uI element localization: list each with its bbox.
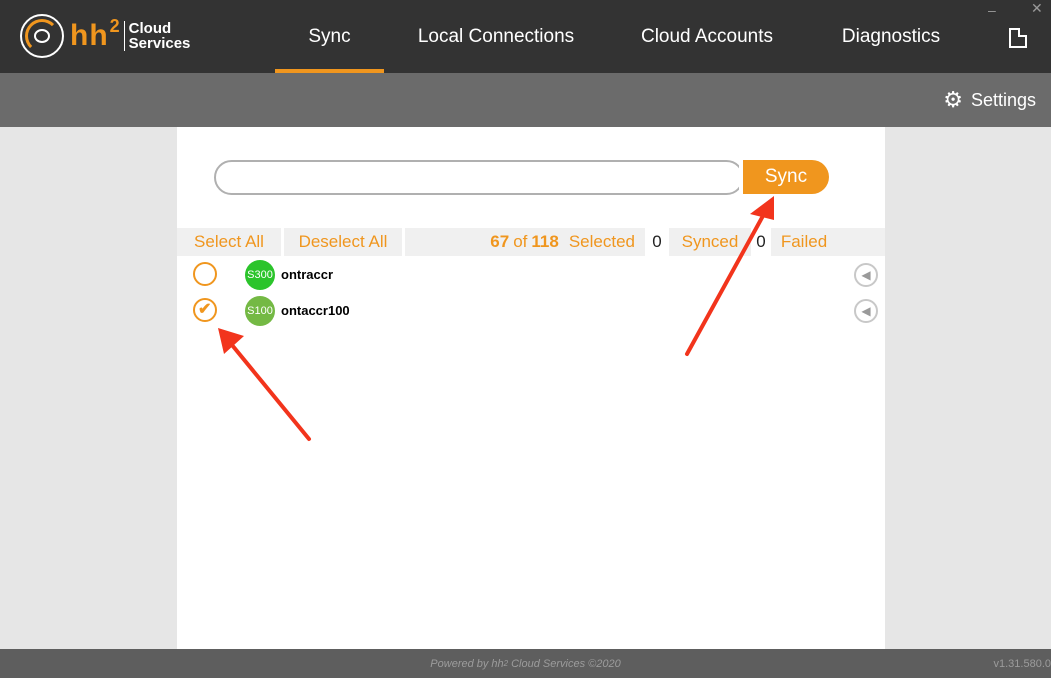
tab-local-connections-label: Local Connections <box>417 25 575 47</box>
gear-icon: ⚙ <box>943 87 963 112</box>
selected-count: 67 <box>490 232 510 251</box>
deselect-all-button[interactable]: Deselect All <box>284 228 402 256</box>
powered-by-prefix: Powered by <box>430 657 489 670</box>
sync-button-label: Sync <box>764 166 808 187</box>
total-count: 118 <box>531 232 559 251</box>
synced-count: 0 <box>645 228 669 256</box>
selection-toolbar: Select All Deselect All 67 of 118 Select… <box>177 228 885 256</box>
synced-label: Synced <box>669 228 751 256</box>
app-logo: hh 2 Cloud Services <box>20 13 190 59</box>
logo-text: Cloud Services <box>129 21 191 51</box>
powered-by-suffix: Cloud Services ©2020 <box>511 657 621 670</box>
settings-label: Settings <box>970 89 1036 110</box>
tab-diagnostics-label: Diagnostics <box>841 25 941 47</box>
settings-bar: ⚙ Settings <box>0 73 1051 127</box>
sync-button[interactable]: Sync <box>739 160 829 194</box>
list-item[interactable]: ✔ S100 ontaccr100 ◀ <box>177 294 885 326</box>
tab-cloud-accounts[interactable]: Cloud Accounts <box>628 0 786 73</box>
list-item[interactable]: S300 ontraccr ◀ <box>177 258 885 290</box>
failed-count: 0 <box>751 228 771 256</box>
close-window-button[interactable]: ✕ <box>1031 0 1043 17</box>
item-name: ontraccr <box>281 267 334 282</box>
deselect-all-label: Deselect All <box>298 232 388 251</box>
selected-summary: 67 of 118 Selected <box>405 228 645 256</box>
item-badge: S100 <box>245 296 275 326</box>
failed-label: Failed <box>771 228 837 256</box>
item-name: ontaccr100 <box>281 303 350 318</box>
logo-superscript: 2 <box>109 15 120 36</box>
powered-by-brand: hh <box>491 657 504 670</box>
expand-arrow-icon[interactable]: ◀ <box>854 299 878 323</box>
version-label: v1.31.580.0 <box>993 657 1051 670</box>
logo-text-line1: Cloud <box>128 20 172 37</box>
settings-button[interactable]: ⚙ Settings <box>943 73 1036 127</box>
selected-label: Selected <box>568 232 635 251</box>
footer: Powered by hh 2 Cloud Services ©2020 v1.… <box>0 649 1051 678</box>
tab-sync[interactable]: Sync <box>275 0 384 73</box>
tab-sync-label: Sync <box>308 25 351 47</box>
tab-cloud-accounts-label: Cloud Accounts <box>640 25 774 47</box>
tab-diagnostics[interactable]: Diagnostics <box>830 0 952 73</box>
top-navigation-bar: hh 2 Cloud Services Sync Local Connectio… <box>0 0 1051 73</box>
search-input[interactable] <box>214 160 744 195</box>
expand-arrow-icon[interactable]: ◀ <box>854 263 878 287</box>
minimize-button[interactable]: – <box>988 2 996 18</box>
item-badge: S300 <box>245 260 275 290</box>
document-icon[interactable] <box>1009 28 1027 48</box>
logo-emblem-icon <box>20 14 64 58</box>
select-all-label: Select All <box>194 232 264 251</box>
powered-by-text: Powered by hh 2 Cloud Services ©2020 <box>0 649 1051 678</box>
powered-by-sup: 2 <box>503 659 509 668</box>
checkmark-icon: ✔ <box>198 301 212 318</box>
of-label: of <box>513 232 528 251</box>
select-radio[interactable] <box>193 262 217 286</box>
logo-divider <box>123 21 125 51</box>
select-radio-checked[interactable]: ✔ <box>193 298 217 322</box>
logo-brand: hh <box>70 19 109 52</box>
logo-text-line2: Services <box>128 35 191 52</box>
tab-local-connections[interactable]: Local Connections <box>403 0 589 73</box>
sync-panel: Sync Select All Deselect All 67 of 118 S… <box>177 127 885 649</box>
select-all-button[interactable]: Select All <box>177 228 281 256</box>
